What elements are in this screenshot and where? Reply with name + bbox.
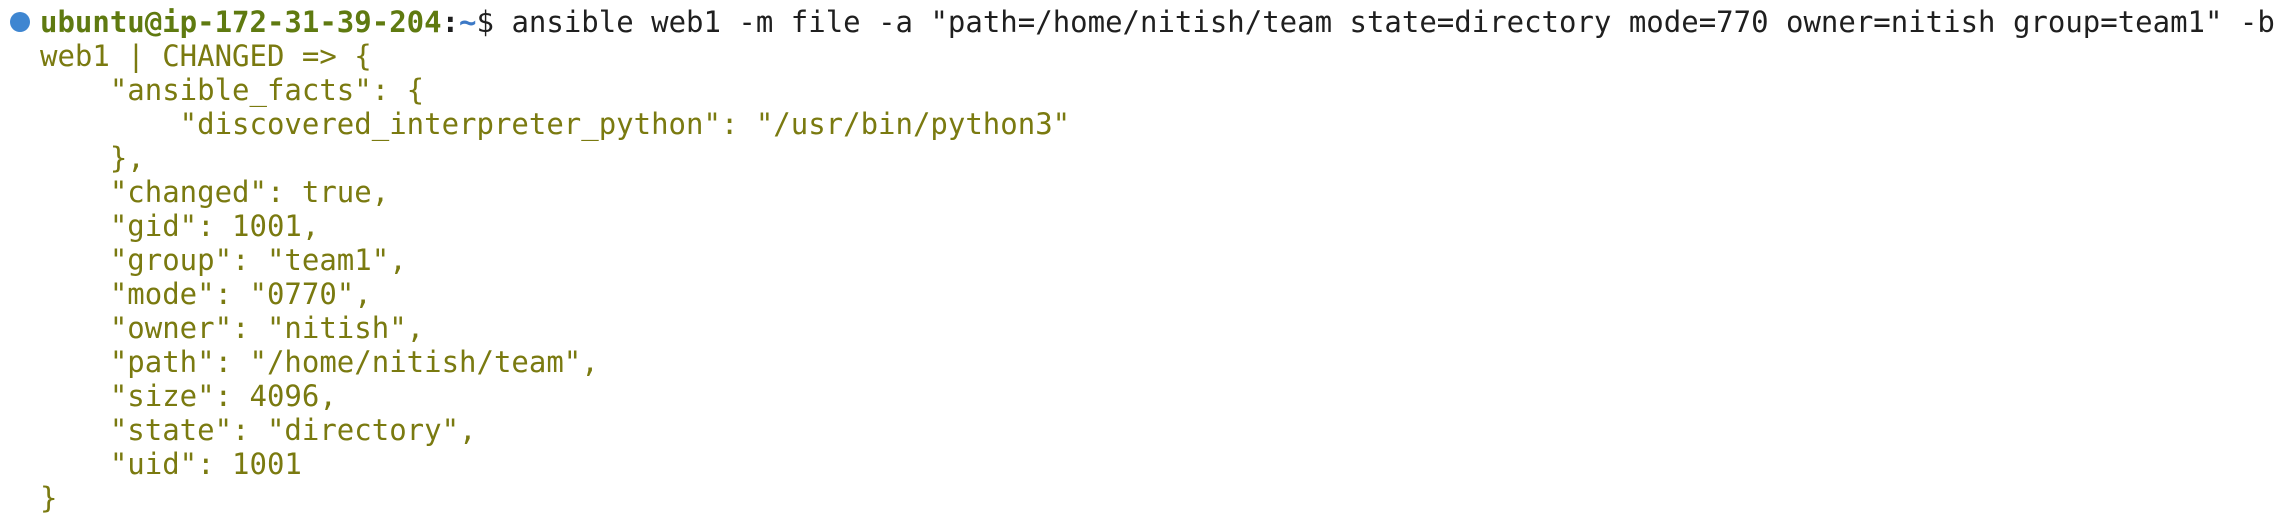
command-text: ansible web1 -m file -a "path=/home/niti… [493, 5, 2275, 39]
terminal-window[interactable]: ubuntu@ip-172-31-39-204:~$ ansible web1 … [0, 0, 2296, 520]
output-line: "discovered_interpreter_python": "/usr/b… [40, 107, 1071, 141]
output-line: "uid": 1001 [40, 447, 302, 481]
output-line: "size": 4096, [40, 379, 337, 413]
output-line: "ansible_facts": { [40, 73, 425, 107]
output-line: "state": "directory", [40, 413, 477, 447]
output-line: "changed": true, [40, 175, 390, 209]
output-line: "group": "team1", [40, 243, 407, 277]
output-line: "path": "/home/nitish/team", [40, 345, 599, 379]
command-line: ubuntu@ip-172-31-39-204:~$ ansible web1 … [40, 5, 2275, 39]
output-line: }, [40, 141, 145, 175]
prompt-status-dot-icon [10, 12, 30, 32]
output-line: "gid": 1001, [40, 209, 320, 243]
prompt-user-host: ubuntu@ip-172-31-39-204 [40, 5, 442, 39]
output-line: "owner": "nitish", [40, 311, 425, 345]
output-line: } [40, 481, 58, 515]
prompt-colon: : [441, 5, 460, 39]
prompt-cwd: ~ [459, 5, 477, 39]
output-line: web1 | CHANGED => { [40, 39, 372, 73]
output-line: "mode": "0770", [40, 277, 372, 311]
prompt-symbol: $ [476, 5, 494, 39]
